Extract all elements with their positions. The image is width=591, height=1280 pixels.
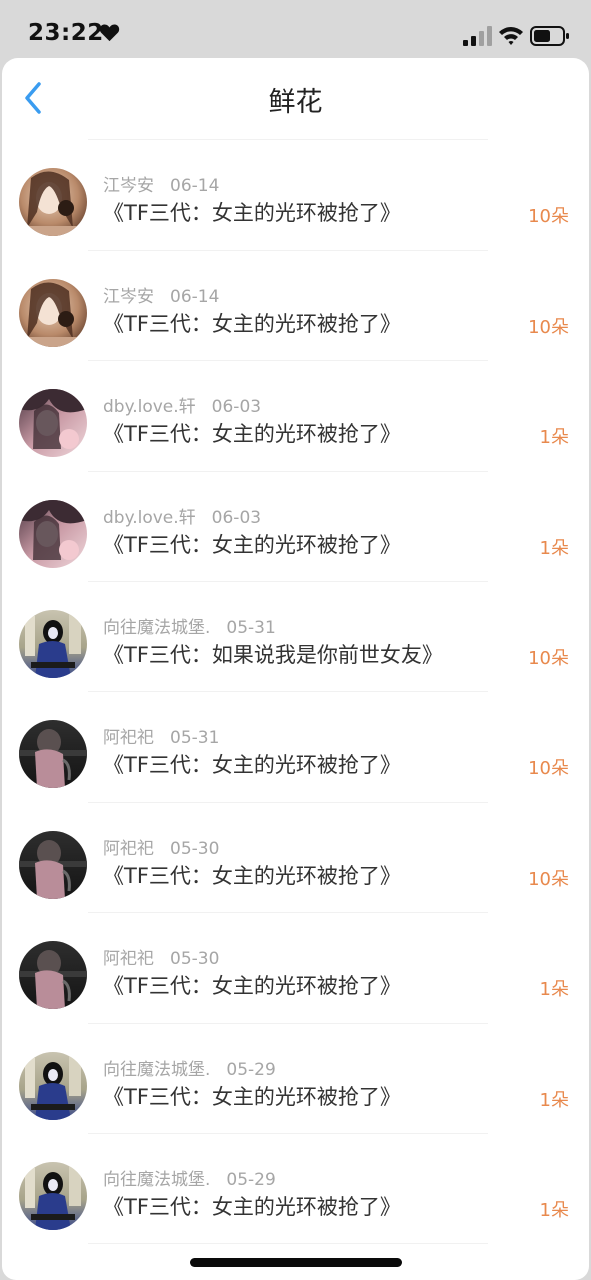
list-item[interactable]: 江岑安 06-14《TF三代：女主的光环被抢了》 10朵 <box>2 140 589 251</box>
status-bar: 23:22 <box>0 0 591 58</box>
status-time: 23:22 <box>28 20 104 46</box>
battery-icon <box>530 26 569 46</box>
flower-count: 1朵 <box>539 427 569 449</box>
nav-bar: 鲜花 <box>2 58 589 132</box>
book-title[interactable]: 《TF三代：女主的光环被抢了》 <box>103 308 401 338</box>
row-meta: 江岑安 06-14 <box>103 171 219 196</box>
row-date: 06-03 <box>211 507 262 528</box>
flower-count: 10朵 <box>528 758 569 780</box>
user-name: dby.love.轩 <box>103 397 196 418</box>
flower-count: 10朵 <box>528 647 569 669</box>
avatar[interactable] <box>19 168 87 237</box>
book-title[interactable]: 《TF三代：女主的光环被抢了》 <box>103 418 401 448</box>
flower-list[interactable]: 江岑安 06-14 《TF三代：女主的光环被抢了》 10朵 江岑安 06-14 《TF三代：… <box>2 132 589 1280</box>
user-name: 阿祀祀 <box>103 838 154 859</box>
avatar[interactable] <box>19 278 87 347</box>
user-name: dby.love.轩 <box>103 507 196 528</box>
book-title[interactable]: 《TF三代：如果说我是你前世女友》 <box>103 639 443 669</box>
home-indicator[interactable] <box>190 1258 402 1267</box>
row-meta: 阿祀祀 05-31 <box>103 723 219 748</box>
user-name: 向往魔法城堡. <box>103 1059 211 1080</box>
avatar[interactable] <box>19 1051 87 1120</box>
list-item[interactable]: dby.love.轩 06-03 《TF三代：女主的光环被抢了》 1朵 <box>2 472 589 582</box>
heart-icon <box>99 24 120 42</box>
flower-count: 1朵 <box>539 979 569 1001</box>
list-item[interactable]: 阿祀祀 05-30 《TF三代：女主的光环被抢了》 1朵 <box>2 913 589 1024</box>
row-meta: dby.love.轩 06-03 <box>103 503 261 528</box>
avatar[interactable] <box>19 609 87 678</box>
book-title[interactable]: 《TF三代：女主的光环被抢了》 <box>103 529 401 559</box>
row-date: 05-29 <box>226 1169 276 1190</box>
book-title[interactable]: 《TF三代：女主的光环被抢了》 <box>103 1081 401 1111</box>
list-item[interactable]: dby.love.轩 06-03 《TF三代：女主的光环被抢了》 1朵 <box>2 361 589 472</box>
avatar[interactable] <box>19 1161 87 1230</box>
user-name: 向往魔法城堡. <box>103 617 211 638</box>
flower-count: 10朵 <box>528 868 569 890</box>
list-item[interactable]: 江岑安06-14《TF三代：女主的光环被抢了》10朵 <box>2 132 589 141</box>
user-name: 阿祀祀 <box>103 949 154 970</box>
book-title[interactable]: 《TF三代：女主的光环被抢了》 <box>103 197 401 227</box>
avatar[interactable] <box>19 389 87 458</box>
row-meta: 江岑安 06-14 <box>103 282 219 307</box>
list-item[interactable]: 阿祀祀 05-30 《TF三代：女主的光环被抢了》 10朵 <box>2 803 589 914</box>
row-meta: 阿祀祀 05-30 <box>103 834 219 859</box>
row-date: 05-30 <box>170 838 220 859</box>
list-item[interactable]: 江岑安 06-14《TF三代：女主的光环被抢了》 10朵 <box>2 251 589 362</box>
row-date: 05-31 <box>170 728 220 749</box>
book-title[interactable]: 《TF三代：女主的光环被抢了》 <box>103 1191 401 1221</box>
flower-count: 1朵 <box>539 537 569 559</box>
list-item[interactable]: 向往魔法城堡. 05-31 《TF三代：如果说我是你前世女友》 10朵 <box>2 582 589 693</box>
row-date: 06-14 <box>170 286 220 307</box>
flower-count: 10朵 <box>528 316 569 338</box>
list-item[interactable]: 阿祀祀 05-31 《TF三代：女主的光环被抢了》 10朵 <box>2 692 589 803</box>
row-date: 05-31 <box>226 617 276 638</box>
user-name: 向往魔法城堡. <box>103 1169 211 1190</box>
user-name: 江岑安 <box>103 176 154 197</box>
row-meta: dby.love.轩 06-03 <box>103 392 261 417</box>
avatar[interactable] <box>19 720 87 789</box>
wifi-icon <box>499 27 523 45</box>
row-meta: 向往魔法城堡. 05-31 <box>103 613 276 638</box>
divider <box>88 1243 488 1245</box>
avatar[interactable] <box>19 499 87 568</box>
row-date: 06-03 <box>211 397 262 418</box>
row-meta: 向往魔法城堡. 05-29 <box>103 1055 276 1080</box>
user-name: 阿祀祀 <box>103 728 154 749</box>
avatar[interactable] <box>19 830 87 899</box>
row-date: 05-30 <box>170 949 220 970</box>
user-name: 江岑安 <box>103 286 154 307</box>
flower-count: 1朵 <box>539 1089 569 1111</box>
flower-count: 1朵 <box>539 1199 569 1221</box>
row-date: 06-14 <box>170 176 220 197</box>
list-item[interactable]: 向往魔法城堡. 05-29 《TF三代：女主的光环被抢了》 1朵 <box>2 1134 589 1245</box>
list-item[interactable]: 向往魔法城堡. 05-29 《TF三代：女主的光环被抢了》 1朵 <box>2 1024 589 1134</box>
book-title[interactable]: 《TF三代：女主的光环被抢了》 <box>103 749 401 779</box>
signal-icon <box>463 26 492 46</box>
flower-count: 10朵 <box>528 206 569 228</box>
row-meta: 阿祀祀 05-30 <box>103 944 219 969</box>
book-title[interactable]: 《TF三代：女主的光环被抢了》 <box>103 970 401 1000</box>
row-meta: 向往魔法城堡. 05-29 <box>103 1165 276 1190</box>
page-title: 鲜花 <box>268 87 323 118</box>
row-date: 05-29 <box>226 1059 276 1080</box>
book-title[interactable]: 《TF三代：女主的光环被抢了》 <box>103 860 401 890</box>
avatar[interactable] <box>19 941 87 1010</box>
